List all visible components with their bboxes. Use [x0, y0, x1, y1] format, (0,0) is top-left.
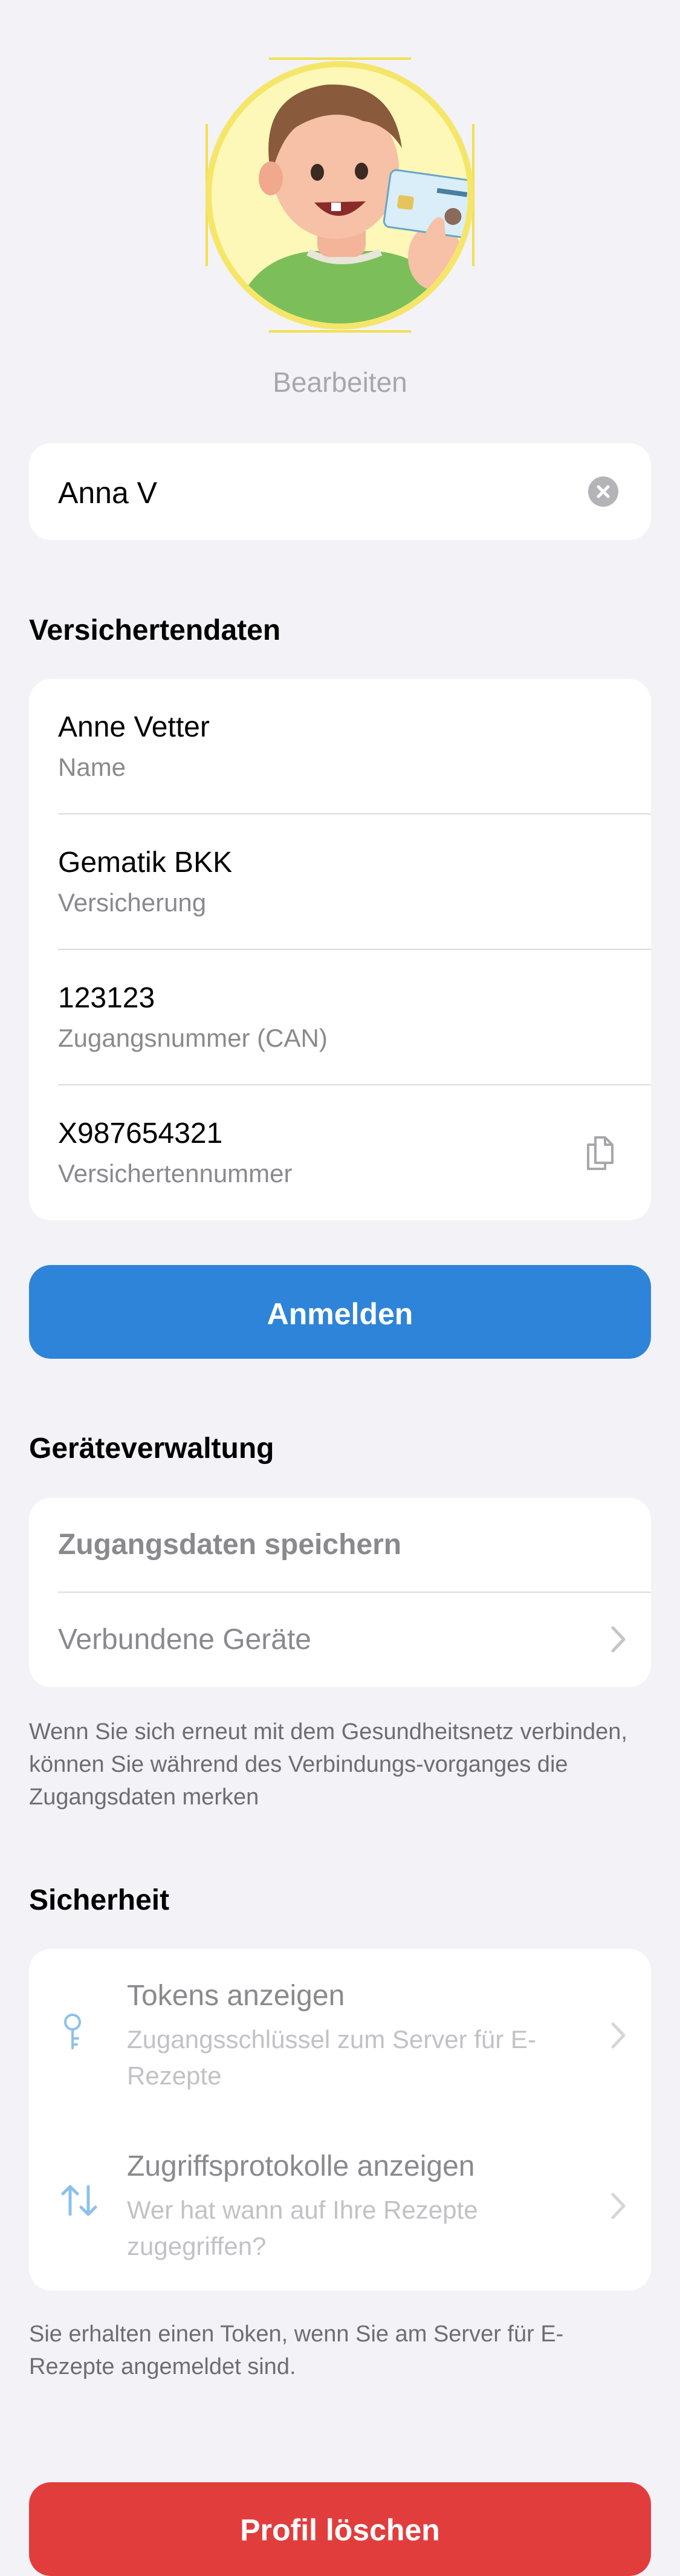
insurance-value: Gematik BKK	[58, 847, 233, 879]
edit-avatar-link[interactable]: Bearbeiten	[0, 366, 680, 398]
access-logs-item[interactable]: Zugriffsprotokolle anzeigen Wer hat wann…	[29, 2119, 651, 2291]
access-logs-title: Zugriffsprotokolle anzeigen	[127, 2150, 475, 2182]
tokens-subtitle: Zugangsschlüssel zum Server für E-Rezept…	[127, 2025, 536, 2090]
login-button[interactable]: Anmelden	[29, 1265, 651, 1359]
divider	[58, 949, 651, 950]
insured-section-title: Versichertendaten	[29, 614, 281, 646]
connected-devices-item[interactable]: Verbundene Geräte	[29, 1593, 651, 1687]
devices-card: Zugangsdaten speichern Verbundene Geräte	[29, 1498, 651, 1687]
devices-section-title: Geräteverwaltung	[29, 1433, 274, 1465]
profile-name-field[interactable]: Anna V	[29, 443, 651, 540]
chevron-right-icon	[609, 1624, 627, 1657]
can-value: 123123	[58, 982, 155, 1014]
tokens-item[interactable]: Tokens anzeigen Zugangsschlüssel zum Ser…	[29, 1949, 651, 2119]
save-credentials-item[interactable]: Zugangsdaten speichern	[58, 1528, 401, 1561]
delete-profile-button[interactable]: Profil löschen	[29, 2482, 651, 2576]
tokens-title: Tokens anzeigen	[127, 1980, 345, 2012]
devices-footnote: Wenn Sie sich erneut mit dem Gesundheits…	[29, 1719, 627, 1810]
copy-icon[interactable]	[582, 1133, 618, 1173]
access-logs-subtitle: Wer hat wann auf Ihre Rezepte zugegriffe…	[127, 2196, 478, 2260]
divider	[58, 813, 651, 815]
insured-name-value: Anne Vetter	[58, 711, 210, 743]
security-card: Tokens anzeigen Zugangsschlüssel zum Ser…	[29, 1949, 651, 2291]
security-section-title: Sicherheit	[29, 1884, 170, 1916]
arrows-up-down-icon	[59, 2183, 99, 2221]
login-button-label: Anmelden	[267, 1297, 413, 1331]
security-footnote: Sie erhalten einen Token, wenn Sie am Se…	[29, 2321, 564, 2379]
delete-profile-label: Profil löschen	[240, 2513, 440, 2547]
connected-devices-label: Verbundene Geräte	[58, 1624, 311, 1656]
divider	[58, 1084, 651, 1085]
key-icon	[60, 2012, 85, 2057]
profile-name-input[interactable]: Anna V	[58, 475, 157, 510]
chevron-right-icon	[609, 2020, 627, 2054]
clear-icon[interactable]	[588, 476, 618, 507]
insured-name-label: Name	[58, 753, 126, 781]
insurance-label: Versicherung	[58, 888, 207, 917]
chevron-right-icon	[609, 2191, 627, 2224]
insured-data-card: Anne Vetter Name Gematik BKK Versicherun…	[29, 679, 651, 1220]
insurance-number-label: Versichertennummer	[58, 1159, 293, 1188]
insurance-number-value: X987654321	[58, 1117, 223, 1150]
avatar[interactable]	[206, 57, 474, 333]
can-label: Zugangsnummer (CAN)	[58, 1024, 328, 1052]
avatar-illustration	[206, 57, 474, 333]
